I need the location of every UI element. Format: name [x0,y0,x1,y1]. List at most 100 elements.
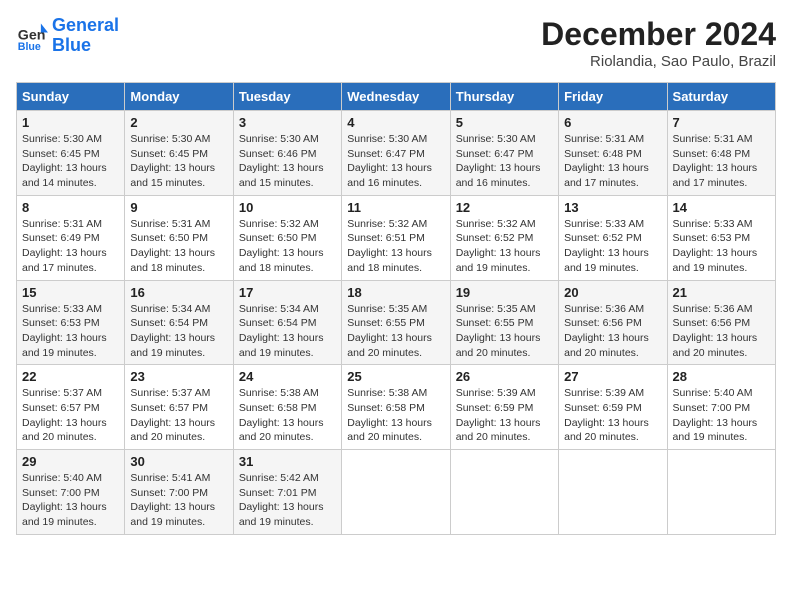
day-info: Sunrise: 5:39 AMSunset: 6:59 PMDaylight:… [456,387,541,443]
calendar-cell: 7 Sunrise: 5:31 AMSunset: 6:48 PMDaylight… [667,111,775,196]
calendar-header: SundayMondayTuesdayWednesdayThursdayFrid… [17,83,776,111]
day-number: 22 [22,369,119,384]
header-day-monday: Monday [125,83,233,111]
day-info: Sunrise: 5:32 AMSunset: 6:52 PMDaylight:… [456,218,541,274]
calendar-cell: 6 Sunrise: 5:31 AMSunset: 6:48 PMDaylight… [559,111,667,196]
header-day-sunday: Sunday [17,83,125,111]
week-row-2: 8 Sunrise: 5:31 AMSunset: 6:49 PMDaylight… [17,195,776,280]
day-info: Sunrise: 5:37 AMSunset: 6:57 PMDaylight:… [22,387,107,443]
calendar-cell: 19 Sunrise: 5:35 AMSunset: 6:55 PMDayligh… [450,280,558,365]
day-number: 19 [456,285,553,300]
header-day-friday: Friday [559,83,667,111]
day-number: 10 [239,200,336,215]
calendar-cell: 30 Sunrise: 5:41 AMSunset: 7:00 PMDayligh… [125,450,233,535]
calendar-cell: 23Sunrise: 5:37 AMSunset: 6:57 PMDayligh… [125,365,233,450]
calendar-cell: 25 Sunrise: 5:38 AMSunset: 6:58 PMDayligh… [342,365,450,450]
day-info: Sunrise: 5:30 AMSunset: 6:46 PMDaylight:… [239,133,324,189]
day-number: 29 [22,454,119,469]
day-info: Sunrise: 5:38 AMSunset: 6:58 PMDaylight:… [239,387,324,443]
day-info: Sunrise: 5:34 AMSunset: 6:54 PMDaylight:… [130,303,215,359]
header-day-saturday: Saturday [667,83,775,111]
day-info: Sunrise: 5:30 AMSunset: 6:47 PMDaylight:… [347,133,432,189]
day-info: Sunrise: 5:33 AMSunset: 6:53 PMDaylight:… [673,218,758,274]
calendar-cell: 27 Sunrise: 5:39 AMSunset: 6:59 PMDayligh… [559,365,667,450]
day-number: 1 [22,115,119,130]
day-info: Sunrise: 5:41 AMSunset: 7:00 PMDaylight:… [130,472,215,528]
calendar-cell: 16 Sunrise: 5:34 AMSunset: 6:54 PMDayligh… [125,280,233,365]
week-row-1: 1 Sunrise: 5:30 AMSunset: 6:45 PMDaylight… [17,111,776,196]
day-info: Sunrise: 5:32 AMSunset: 6:50 PMDaylight:… [239,218,324,274]
day-number: 30 [130,454,227,469]
day-number: 24 [239,369,336,384]
day-number: 13 [564,200,661,215]
month-title: December 2024 [541,16,776,53]
calendar-cell: 31Sunrise: 5:42 AMSunset: 7:01 PMDayligh… [233,450,341,535]
day-info: Sunrise: 5:32 AMSunset: 6:51 PMDaylight:… [347,218,432,274]
calendar-cell [342,450,450,535]
day-number: 28 [673,369,770,384]
calendar-cell: 1 Sunrise: 5:30 AMSunset: 6:45 PMDaylight… [17,111,125,196]
day-info: Sunrise: 5:39 AMSunset: 6:59 PMDaylight:… [564,387,649,443]
day-info: Sunrise: 5:30 AMSunset: 6:47 PMDaylight:… [456,133,541,189]
day-info: Sunrise: 5:40 AMSunset: 7:00 PMDaylight:… [673,387,758,443]
calendar-cell: 20Sunrise: 5:36 AMSunset: 6:56 PMDayligh… [559,280,667,365]
calendar-cell: 21Sunrise: 5:36 AMSunset: 6:56 PMDayligh… [667,280,775,365]
calendar-cell: 15Sunrise: 5:33 AMSunset: 6:53 PMDayligh… [17,280,125,365]
day-info: Sunrise: 5:40 AMSunset: 7:00 PMDaylight:… [22,472,107,528]
day-number: 5 [456,115,553,130]
day-number: 17 [239,285,336,300]
calendar-cell: 18 Sunrise: 5:35 AMSunset: 6:55 PMDayligh… [342,280,450,365]
calendar-cell: 9Sunrise: 5:31 AMSunset: 6:50 PMDaylight… [125,195,233,280]
calendar-cell: 17 Sunrise: 5:34 AMSunset: 6:54 PMDayligh… [233,280,341,365]
day-number: 31 [239,454,336,469]
header-day-wednesday: Wednesday [342,83,450,111]
calendar-cell: 24 Sunrise: 5:38 AMSunset: 6:58 PMDayligh… [233,365,341,450]
day-info: Sunrise: 5:35 AMSunset: 6:55 PMDaylight:… [456,303,541,359]
day-number: 4 [347,115,444,130]
day-number: 27 [564,369,661,384]
week-row-5: 29 Sunrise: 5:40 AMSunset: 7:00 PMDayligh… [17,450,776,535]
calendar-cell: 29 Sunrise: 5:40 AMSunset: 7:00 PMDayligh… [17,450,125,535]
day-info: Sunrise: 5:36 AMSunset: 6:56 PMDaylight:… [564,303,649,359]
calendar-cell [450,450,558,535]
calendar-body: 1 Sunrise: 5:30 AMSunset: 6:45 PMDaylight… [17,111,776,535]
calendar-cell: 3 Sunrise: 5:30 AMSunset: 6:46 PMDaylight… [233,111,341,196]
day-info: Sunrise: 5:31 AMSunset: 6:48 PMDaylight:… [564,133,649,189]
calendar-cell: 2Sunrise: 5:30 AMSunset: 6:45 PMDaylight… [125,111,233,196]
day-info: Sunrise: 5:38 AMSunset: 6:58 PMDaylight:… [347,387,432,443]
day-number: 9 [130,200,227,215]
calendar-cell: 5 Sunrise: 5:30 AMSunset: 6:47 PMDaylight… [450,111,558,196]
day-number: 3 [239,115,336,130]
week-row-3: 15Sunrise: 5:33 AMSunset: 6:53 PMDayligh… [17,280,776,365]
logo-icon: Gen Blue [16,20,48,52]
day-number: 6 [564,115,661,130]
logo: Gen Blue GeneralBlue [16,16,119,56]
day-info: Sunrise: 5:31 AMSunset: 6:49 PMDaylight:… [22,218,107,274]
day-info: Sunrise: 5:37 AMSunset: 6:57 PMDaylight:… [130,387,215,443]
calendar-cell: 12Sunrise: 5:32 AMSunset: 6:52 PMDayligh… [450,195,558,280]
day-number: 11 [347,200,444,215]
day-info: Sunrise: 5:31 AMSunset: 6:48 PMDaylight:… [673,133,758,189]
calendar-cell: 8 Sunrise: 5:31 AMSunset: 6:49 PMDaylight… [17,195,125,280]
day-info: Sunrise: 5:35 AMSunset: 6:55 PMDaylight:… [347,303,432,359]
calendar-cell [667,450,775,535]
day-info: Sunrise: 5:33 AMSunset: 6:53 PMDaylight:… [22,303,107,359]
header-row: SundayMondayTuesdayWednesdayThursdayFrid… [17,83,776,111]
day-number: 8 [22,200,119,215]
day-number: 16 [130,285,227,300]
svg-text:Blue: Blue [18,41,41,52]
day-number: 25 [347,369,444,384]
day-info: Sunrise: 5:34 AMSunset: 6:54 PMDaylight:… [239,303,324,359]
day-number: 7 [673,115,770,130]
day-info: Sunrise: 5:33 AMSunset: 6:52 PMDaylight:… [564,218,649,274]
calendar-cell: 11 Sunrise: 5:32 AMSunset: 6:51 PMDayligh… [342,195,450,280]
week-row-4: 22 Sunrise: 5:37 AMSunset: 6:57 PMDayligh… [17,365,776,450]
header-day-thursday: Thursday [450,83,558,111]
day-number: 2 [130,115,227,130]
day-number: 18 [347,285,444,300]
calendar-cell: 28 Sunrise: 5:40 AMSunset: 7:00 PMDayligh… [667,365,775,450]
calendar-cell: 26Sunrise: 5:39 AMSunset: 6:59 PMDayligh… [450,365,558,450]
calendar-cell: 22 Sunrise: 5:37 AMSunset: 6:57 PMDayligh… [17,365,125,450]
day-info: Sunrise: 5:36 AMSunset: 6:56 PMDaylight:… [673,303,758,359]
day-info: Sunrise: 5:30 AMSunset: 6:45 PMDaylight:… [22,133,107,189]
